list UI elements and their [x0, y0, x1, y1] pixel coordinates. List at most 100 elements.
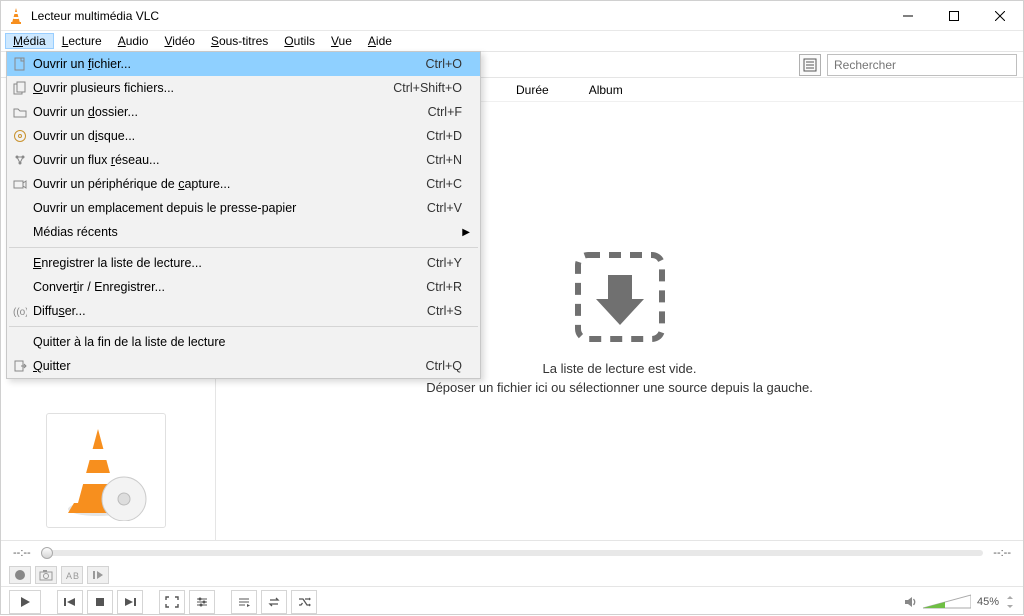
menu-item[interactable]: Ouvrir un dossier...Ctrl+F: [7, 100, 480, 124]
maximize-button[interactable]: [931, 1, 977, 31]
vlc-logo-icon: [7, 7, 25, 25]
minimize-button[interactable]: [885, 1, 931, 31]
column-duration[interactable]: Durée: [516, 83, 549, 97]
extra-controls: AB: [1, 564, 1023, 586]
menu-shortcut: Ctrl+N: [426, 153, 462, 167]
stop-button[interactable]: [87, 590, 113, 614]
menu-separator: [9, 247, 478, 248]
seek-track[interactable]: [41, 550, 984, 556]
menu-item[interactable]: Convertir / Enregistrer...Ctrl+R: [7, 275, 480, 299]
seek-bar: --:-- --:--: [1, 540, 1023, 564]
album-art-placeholder: [46, 413, 166, 528]
menu-vue[interactable]: Vue: [323, 33, 360, 49]
menu-item[interactable]: QuitterCtrl+Q: [7, 354, 480, 378]
menu-item[interactable]: Enregistrer la liste de lecture...Ctrl+Y: [7, 251, 480, 275]
menu-item[interactable]: ((o)) Diffuser...Ctrl+S: [7, 299, 480, 323]
menu-outils[interactable]: Outils: [276, 33, 323, 49]
extended-settings-button[interactable]: [189, 590, 215, 614]
time-elapsed: --:--: [13, 547, 31, 559]
drop-arrow-icon: [570, 247, 670, 347]
menu-item-label: Enregistrer la liste de lecture...: [33, 256, 427, 270]
menu-item-label: Ouvrir un disque...: [33, 129, 426, 143]
menu-shortcut: Ctrl+R: [426, 280, 462, 294]
empty-text-1: La liste de lecture est vide.: [543, 361, 697, 376]
window-title: Lecteur multimédia VLC: [31, 9, 885, 23]
loop-ab-button[interactable]: AB: [61, 566, 83, 584]
menu-sous-titres[interactable]: Sous-titres: [203, 33, 276, 49]
menu-item[interactable]: Ouvrir plusieurs fichiers...Ctrl+Shift+O: [7, 76, 480, 100]
menu-item-label: Ouvrir un périphérique de capture...: [33, 177, 426, 191]
menu-item[interactable]: Ouvrir un périphérique de capture...Ctrl…: [7, 172, 480, 196]
snapshot-button[interactable]: [35, 566, 57, 584]
menu-shortcut: Ctrl+F: [428, 105, 462, 119]
menu-item-label: Ouvrir un emplacement depuis le presse-p…: [33, 201, 427, 215]
submenu-arrow-icon: ▶: [462, 227, 470, 238]
menu-item[interactable]: Ouvrir un flux réseau...Ctrl+N: [7, 148, 480, 172]
svg-text:((o)): ((o)): [13, 307, 27, 318]
quit-icon: [7, 359, 33, 373]
menu-item-label: Ouvrir un dossier...: [33, 105, 428, 119]
menu-shortcut: Ctrl+Y: [427, 256, 462, 270]
svg-text:A: A: [66, 571, 72, 581]
stream-icon: ((o)): [7, 304, 33, 318]
close-button[interactable]: [977, 1, 1023, 31]
menu-aide[interactable]: Aide: [360, 33, 400, 49]
playlist-view-button[interactable]: [799, 54, 821, 76]
menu-item-label: Quitter à la fin de la liste de lecture: [33, 335, 462, 349]
prev-button[interactable]: [57, 590, 83, 614]
menu-shortcut: Ctrl+Q: [426, 359, 462, 373]
menu-shortcut: Ctrl+C: [426, 177, 462, 191]
play-button[interactable]: [9, 590, 41, 614]
menu-item[interactable]: Ouvrir un emplacement depuis le presse-p…: [7, 196, 480, 220]
empty-text-2: Déposer un fichier ici ou sélectionner u…: [426, 380, 813, 395]
files-icon: [7, 81, 33, 95]
menu-item-label: Ouvrir un flux réseau...: [33, 153, 426, 167]
menu-shortcut: Ctrl+S: [427, 304, 462, 318]
menu-item-label: Diffuser...: [33, 304, 427, 318]
main-controls: 45%: [1, 586, 1023, 616]
network-icon: [7, 153, 33, 167]
menu-item[interactable]: Quitter à la fin de la liste de lecture: [7, 330, 480, 354]
menu-item[interactable]: Ouvrir un fichier...Ctrl+O: [7, 52, 480, 76]
capture-icon: [7, 177, 33, 191]
volume-expand-icon[interactable]: [1005, 595, 1015, 609]
column-album[interactable]: Album: [589, 83, 623, 97]
shuffle-button[interactable]: [291, 590, 317, 614]
time-total: --:--: [993, 547, 1011, 559]
fullscreen-button[interactable]: [159, 590, 185, 614]
next-button[interactable]: [117, 590, 143, 614]
search-input[interactable]: [827, 54, 1017, 76]
menu-separator: [9, 326, 478, 327]
frame-step-button[interactable]: [87, 566, 109, 584]
volume-control: 45%: [903, 594, 1015, 610]
menu-audio[interactable]: Audio: [110, 33, 157, 49]
menu-item-label: Médias récents: [33, 225, 462, 239]
menu-item-label: Quitter: [33, 359, 426, 373]
menu-item-label: Ouvrir plusieurs fichiers...: [33, 81, 393, 95]
speaker-icon[interactable]: [903, 595, 917, 609]
menu-item-label: Convertir / Enregistrer...: [33, 280, 426, 294]
menu-lecture[interactable]: Lecture: [54, 33, 110, 49]
media-menu-dropdown: Ouvrir un fichier...Ctrl+OOuvrir plusieu…: [6, 51, 481, 379]
playlist-button[interactable]: [231, 590, 257, 614]
menu-item[interactable]: Ouvrir un disque...Ctrl+D: [7, 124, 480, 148]
folder-icon: [7, 105, 33, 119]
volume-label: 45%: [977, 596, 999, 608]
menu-item[interactable]: Médias récents▶: [7, 220, 480, 244]
menu-item-label: Ouvrir un fichier...: [33, 57, 426, 71]
record-button[interactable]: [9, 566, 31, 584]
loop-button[interactable]: [261, 590, 287, 614]
file-icon: [7, 57, 33, 71]
seek-knob[interactable]: [41, 547, 53, 559]
menubar: MédiaLectureAudioVidéoSous-titresOutilsV…: [1, 31, 1023, 51]
menu-shortcut: Ctrl+V: [427, 201, 462, 215]
menu-vidéo[interactable]: Vidéo: [156, 33, 202, 49]
disc-icon: [7, 129, 33, 143]
svg-text:B: B: [73, 571, 79, 581]
menu-média[interactable]: Média: [5, 33, 54, 49]
menu-shortcut: Ctrl+D: [426, 129, 462, 143]
titlebar: Lecteur multimédia VLC: [1, 1, 1023, 31]
menu-shortcut: Ctrl+Shift+O: [393, 81, 462, 95]
volume-slider[interactable]: [923, 594, 971, 610]
menu-shortcut: Ctrl+O: [426, 57, 462, 71]
